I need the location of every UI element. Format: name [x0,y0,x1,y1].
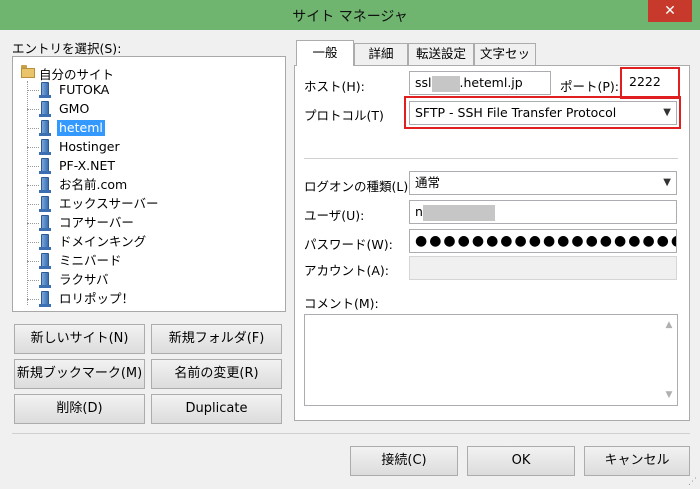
server-icon [39,234,51,250]
resize-grip-icon[interactable]: ⋰ [688,477,698,487]
protocol-highlight-box [404,96,681,129]
tree-connector [27,299,39,300]
tree-caption: エントリを選択(S): [12,41,122,56]
ok-button[interactable]: OK [467,446,575,476]
window-title: サイト マネージャ [292,9,408,25]
tree-item-label: GMO [59,101,90,116]
server-icon [39,215,51,231]
tree-item-futoka[interactable]: FUTOKA [27,81,267,100]
chevron-down-icon: ▼ [663,177,671,188]
new-folder-button[interactable]: 新規フォルダ(F) [151,324,282,354]
new-bookmark-button[interactable]: 新規ブックマーク(M) [14,359,145,389]
tree-item-xserver[interactable]: エックスサーバー [27,195,267,214]
user-value-prefix: n [415,204,423,219]
tree-connector [27,223,39,224]
tree-item-heteml[interactable]: heteml [27,119,267,138]
tree-item-coreserver[interactable]: コアサーバー [27,214,267,233]
server-icon [39,196,51,212]
tree-item-label: PF-X.NET [59,158,116,173]
password-input[interactable]: ●●●●●●●●●●●●●●●●●●●● [409,229,677,253]
tree-item-label: コアサーバー [59,215,134,230]
redacted-mask [422,204,495,221]
comment-label: コメント(M): [304,296,379,311]
new-site-button[interactable]: 新しいサイト(N) [14,324,145,354]
host-value-suffix: .heteml.jp [459,75,523,90]
close-icon[interactable]: ✕ [648,0,692,22]
port-label: ポート(P): [560,79,620,94]
account-input [409,256,677,280]
tree-item-label: heteml [57,120,105,136]
comment-scrollbar[interactable]: ▲ ▼ [661,315,677,405]
tree-connector [27,109,39,110]
tab-advanced[interactable]: 詳細 [354,43,408,65]
scroll-up-icon[interactable]: ▲ [661,317,677,333]
server-icon [39,139,51,155]
cancel-button[interactable]: キャンセル [584,446,690,476]
server-icon [39,291,51,307]
logon-type-value: 通常 [415,175,441,190]
logon-type-label: ログオンの種類(L): [304,179,413,194]
server-icon [39,177,51,193]
port-highlight-box [620,67,680,99]
bottom-divider [12,433,690,434]
server-icon [39,120,51,136]
tree-item-label: ロリポップ！ [59,291,135,306]
tree-connector [27,90,39,91]
host-label: ホスト(H): [304,79,365,94]
tree-item-label: Hostinger [59,139,120,154]
protocol-label: プロトコル(T) [304,108,384,123]
tree-item-pfxnet[interactable]: PF-X.NET [27,157,267,176]
rename-button[interactable]: 名前の変更(R) [151,359,282,389]
tree-item-label: FUTOKA [59,82,110,97]
tree-item-gmo[interactable]: GMO [27,100,267,119]
tree-connector [27,204,39,205]
tree-connector [27,185,39,186]
comment-textarea[interactable]: ▲ ▼ [304,314,678,406]
account-label: アカウント(A): [304,263,390,278]
connect-button[interactable]: 接続(C) [350,446,458,476]
server-icon [39,82,51,98]
tree-item-rakusaba[interactable]: ラクサバ [27,271,267,290]
host-input[interactable]: ssl .heteml.jp [409,71,551,95]
redacted-mask [431,75,460,92]
tree-connector [27,242,39,243]
tree-connector [27,166,39,167]
server-icon [39,253,51,269]
tree-item-label: お名前.com [59,177,128,192]
tree-item-domainking[interactable]: ドメインキング [27,233,267,252]
user-input[interactable]: n [409,200,677,224]
tab-general[interactable]: 一般 [296,40,354,66]
server-icon [39,158,51,174]
duplicate-button[interactable]: Duplicate [151,394,282,424]
logon-type-select[interactable]: 通常 ▼ [409,171,677,195]
tree-item-label: ドメインキング [59,234,147,249]
tree-item-lolipop[interactable]: ロリポップ！ [27,290,267,309]
tree-connector [27,128,39,129]
password-label: パスワード(W): [304,237,393,252]
site-manager-window: サイト マネージャ ✕ エントリを選択(S): 自分のサイト FUTOKA GM… [0,0,700,489]
tree-item-label: ラクサバ [59,272,109,287]
tree-connector [27,147,39,148]
tab-charset[interactable]: 文字セット [474,43,536,81]
delete-button[interactable]: 削除(D) [14,394,145,424]
tree-item-onamae[interactable]: お名前.com [27,176,267,195]
tree-item-hostinger[interactable]: Hostinger [27,138,267,157]
scroll-down-icon[interactable]: ▼ [661,387,677,403]
folder-icon [21,65,35,78]
server-icon [39,101,51,117]
tree-connector [27,280,39,281]
tree-item-label: エックスサーバー [59,196,159,211]
divider [304,158,678,159]
site-tree[interactable]: 自分のサイト FUTOKA GMO heteml Hostinger PF-X.… [12,56,286,312]
user-label: ユーザ(U): [304,208,365,223]
tree-item-label: ミニバード [59,253,122,268]
host-value-prefix: ssl [415,75,432,90]
title-bar[interactable]: サイト マネージャ ✕ [0,0,700,30]
tab-transfer-settings[interactable]: 転送設定 [408,43,474,65]
tree-item-minibird[interactable]: ミニバード [27,252,267,271]
server-icon [39,272,51,288]
tree-connector [27,261,39,262]
